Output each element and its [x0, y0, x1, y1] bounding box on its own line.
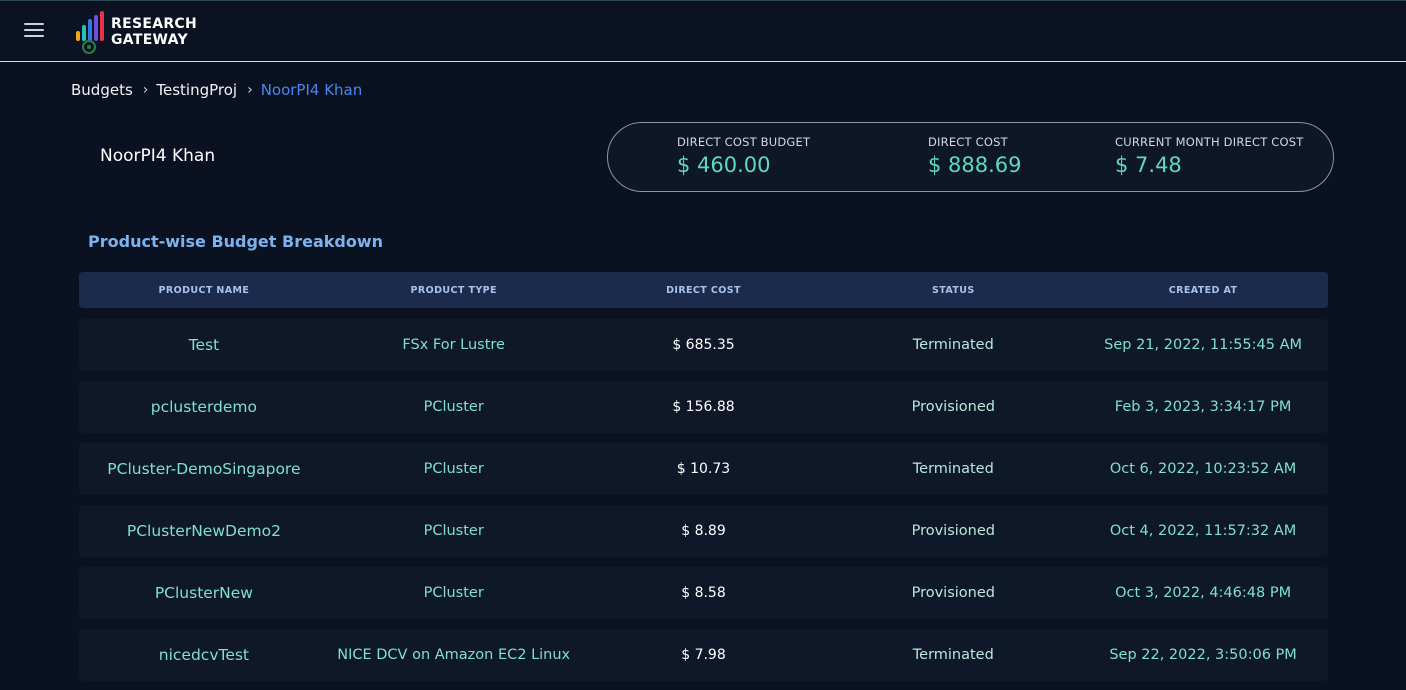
table-row[interactable]: pclusterdemo PCluster $ 156.88 Provision…	[79, 381, 1328, 433]
research-gateway-logo[interactable]: RESEARCH GATEWAY	[74, 11, 197, 55]
status-cell: Terminated	[912, 337, 994, 353]
table-row[interactable]: PCluster-DemoSingapore PCluster $ 10.73 …	[79, 443, 1328, 495]
header-product-type[interactable]: PRODUCT TYPE	[329, 285, 579, 296]
budget-summary-card: DIRECT COST BUDGET $ 460.00 DIRECT COST …	[607, 122, 1334, 192]
current-month-cost-metric: CURRENT MONTH DIRECT COST $ 7.48	[1115, 135, 1304, 177]
product-name-cell: Test	[188, 336, 220, 354]
direct-cost-cell: $ 8.58	[681, 585, 726, 601]
header-status[interactable]: STATUS	[828, 285, 1078, 296]
header-product-name[interactable]: PRODUCT NAME	[79, 285, 329, 296]
chevron-right-icon: ›	[247, 82, 253, 98]
breadcrumb-current: NoorPI4 Khan	[260, 81, 363, 99]
table-row[interactable]: Test FSx For Lustre $ 685.35 Terminated …	[79, 319, 1328, 371]
brand-line-1: RESEARCH	[111, 16, 197, 32]
direct-cost-cell: $ 10.73	[676, 461, 731, 477]
breadcrumb-project[interactable]: TestingProj	[156, 81, 237, 99]
chevron-right-icon: ›	[142, 82, 149, 98]
status-cell: Terminated	[912, 461, 994, 477]
created-at-cell: Oct 4, 2022, 11:57:32 AM	[1109, 523, 1297, 539]
product-name-cell: pclusterdemo	[150, 398, 258, 416]
status-cell: Terminated	[912, 647, 994, 663]
current-month-cost-label: CURRENT MONTH DIRECT COST	[1115, 135, 1304, 149]
direct-cost-cell: $ 8.89	[681, 523, 726, 539]
direct-cost-budget-metric: DIRECT COST BUDGET $ 460.00	[677, 135, 810, 177]
product-type-cell: PCluster	[423, 399, 484, 415]
product-type-cell: PCluster	[423, 461, 484, 477]
logo-text: RESEARCH GATEWAY	[111, 16, 197, 48]
top-navigation-bar: RESEARCH GATEWAY	[0, 0, 1406, 62]
page-title: NoorPI4 Khan	[100, 146, 216, 166]
created-at-cell: Sep 22, 2022, 3:50:06 PM	[1109, 647, 1297, 663]
direct-cost-cell: $ 7.98	[681, 647, 726, 663]
breadcrumb: Budgets › TestingProj › NoorPI4 Khan	[71, 80, 362, 100]
created-at-cell: Oct 6, 2022, 10:23:52 AM	[1109, 461, 1297, 477]
table-row[interactable]: PClusterNew PCluster $ 8.58 Provisioned …	[79, 567, 1328, 619]
table-row[interactable]: nicedcvTest NICE DCV on Amazon EC2 Linux…	[79, 629, 1328, 681]
table-row[interactable]: PClusterNewDemo2 PCluster $ 8.89 Provisi…	[79, 505, 1328, 557]
direct-cost-cell: $ 156.88	[672, 399, 735, 415]
direct-cost-metric: DIRECT COST $ 888.69	[928, 135, 1022, 177]
product-name-cell: PClusterNewDemo2	[126, 522, 281, 540]
product-type-cell: FSx For Lustre	[402, 337, 505, 353]
status-cell: Provisioned	[911, 585, 995, 601]
product-name-cell: PClusterNew	[154, 584, 253, 602]
status-cell: Provisioned	[911, 523, 995, 539]
product-type-cell: NICE DCV on Amazon EC2 Linux	[337, 647, 571, 663]
product-type-cell: PCluster	[423, 585, 484, 601]
product-type-cell: PCluster	[423, 523, 484, 539]
created-at-cell: Feb 3, 2023, 3:34:17 PM	[1114, 399, 1292, 415]
section-title: Product-wise Budget Breakdown	[88, 232, 383, 251]
current-month-cost-value: $ 7.48	[1115, 153, 1182, 177]
product-name-cell: PCluster-DemoSingapore	[107, 460, 301, 478]
hamburger-menu-icon[interactable]	[24, 23, 44, 39]
table-header: PRODUCT NAME PRODUCT TYPE DIRECT COST ST…	[79, 272, 1328, 308]
created-at-cell: Sep 21, 2022, 11:55:45 AM	[1104, 337, 1303, 353]
status-cell: Provisioned	[911, 399, 995, 415]
created-at-cell: Oct 3, 2022, 4:46:48 PM	[1115, 585, 1292, 601]
direct-cost-label: DIRECT COST	[928, 135, 1008, 149]
direct-cost-cell: $ 685.35	[672, 337, 735, 353]
direct-cost-budget-value: $ 460.00	[677, 153, 771, 177]
header-direct-cost[interactable]: DIRECT COST	[579, 285, 829, 296]
direct-cost-budget-label: DIRECT COST BUDGET	[677, 135, 811, 149]
breadcrumb-budgets[interactable]: Budgets	[71, 81, 133, 99]
direct-cost-value: $ 888.69	[928, 153, 1022, 177]
header-created-at[interactable]: CREATED AT	[1078, 285, 1328, 296]
product-name-cell: nicedcvTest	[158, 646, 250, 664]
brand-line-2: GATEWAY	[111, 32, 188, 48]
logo-bars-icon	[76, 11, 104, 54]
